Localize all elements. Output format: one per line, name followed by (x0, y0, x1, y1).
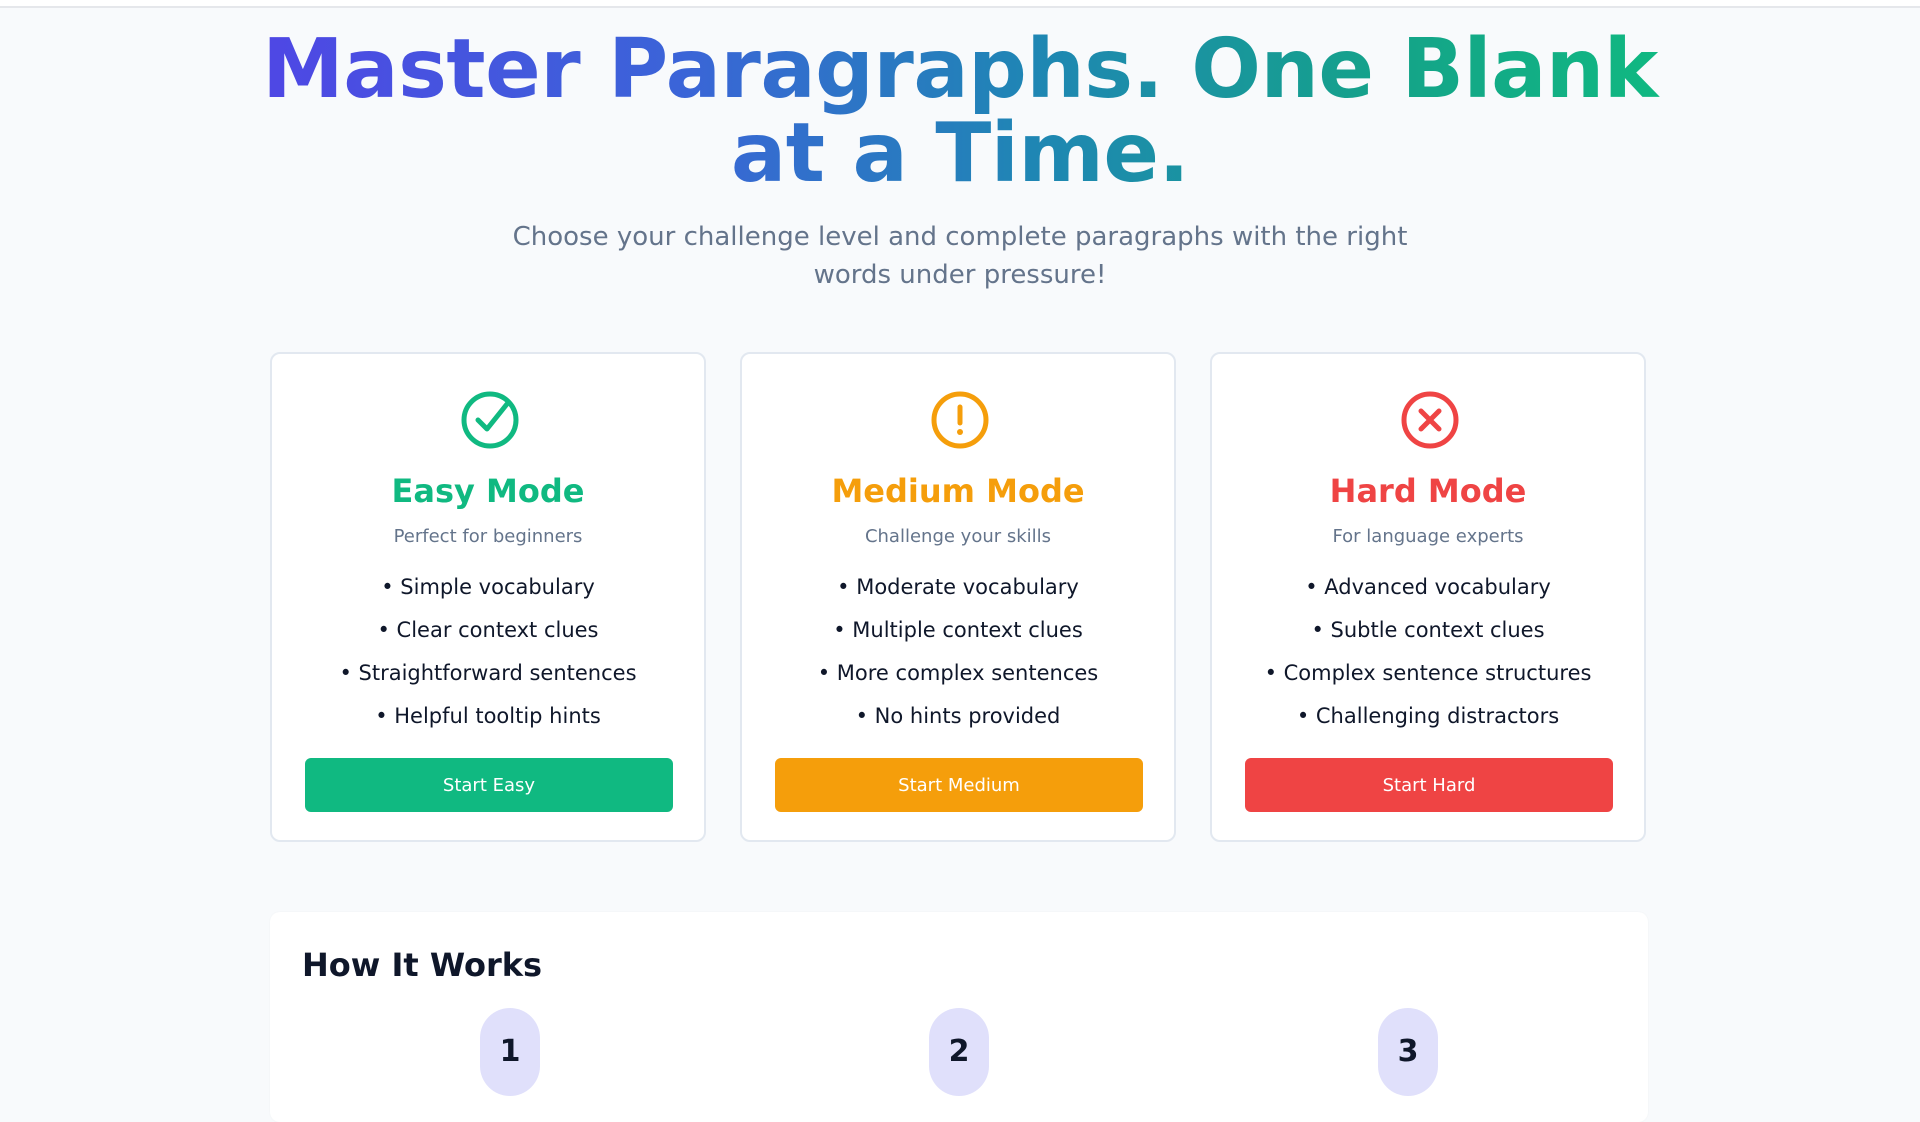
easy-mode-title: Easy Mode (391, 472, 585, 510)
page-title: Master Paragraphs. One Blank at a Time. (250, 28, 1670, 196)
medium-mode-card: Medium Mode Challenge your skills Modera… (740, 352, 1176, 842)
feature-item: Complex sentence structures (1212, 652, 1644, 695)
hard-mode-card: Hard Mode For language experts Advanced … (1210, 352, 1646, 842)
feature-item: Challenging distractors (1212, 695, 1644, 738)
hard-mode-features: Advanced vocabulary Subtle context clues… (1212, 566, 1644, 738)
start-hard-button[interactable]: Start Hard (1245, 758, 1613, 812)
easy-mode-card: Easy Mode Perfect for beginners Simple v… (270, 352, 706, 842)
hard-mode-tagline: For language experts (1332, 526, 1524, 547)
check-circle-icon (461, 391, 519, 449)
page-subtitle: Choose your challenge level and complete… (512, 222, 1408, 290)
feature-item: Subtle context clues (1212, 609, 1644, 652)
hard-mode-title: Hard Mode (1329, 472, 1527, 510)
step-1-badge: 1 (480, 1008, 540, 1096)
mode-cards: Easy Mode Perfect for beginners Simple v… (270, 352, 1648, 846)
start-medium-button[interactable]: Start Medium (775, 758, 1143, 812)
step-2-badge: 2 (929, 1008, 989, 1096)
feature-item: Helpful tooltip hints (272, 695, 704, 738)
medium-mode-tagline: Challenge your skills (864, 526, 1052, 547)
hero: Master Paragraphs. One Blank at a Time. … (0, 28, 1920, 294)
feature-item: Straightforward sentences (272, 652, 704, 695)
exclamation-circle-icon (931, 391, 989, 449)
feature-item: Clear context clues (272, 609, 704, 652)
feature-item: Moderate vocabulary (742, 566, 1174, 609)
x-circle-icon (1401, 391, 1459, 449)
top-border (0, 0, 1920, 8)
start-easy-button[interactable]: Start Easy (305, 758, 673, 812)
feature-item: Multiple context clues (742, 609, 1174, 652)
feature-item: Simple vocabulary (272, 566, 704, 609)
how-it-works-title: How It Works (302, 946, 543, 984)
feature-item: More complex sentences (742, 652, 1174, 695)
step-3-badge: 3 (1378, 1008, 1438, 1096)
feature-item: Advanced vocabulary (1212, 566, 1644, 609)
feature-item: No hints provided (742, 695, 1174, 738)
easy-mode-features: Simple vocabulary Clear context clues St… (272, 566, 704, 738)
easy-mode-tagline: Perfect for beginners (393, 526, 583, 547)
medium-mode-title: Medium Mode (831, 472, 1085, 510)
how-it-works-section: How It Works 1 2 3 (270, 912, 1648, 1122)
medium-mode-features: Moderate vocabulary Multiple context clu… (742, 566, 1174, 738)
